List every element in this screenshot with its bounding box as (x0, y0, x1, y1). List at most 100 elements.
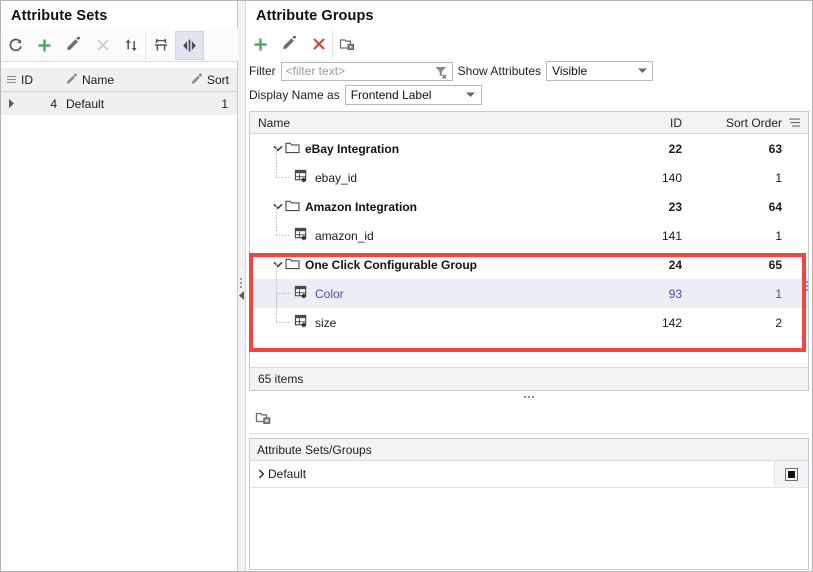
group-sort-order: 63 (768, 141, 782, 156)
attribute-sets-table-header: ID Name Sort (1, 68, 237, 92)
list-item[interactable]: Default (250, 461, 808, 488)
chevron-right-icon[interactable] (250, 469, 268, 479)
column-menu-icon[interactable] (782, 118, 808, 128)
tree-row-attribute[interactable]: size 142 2 (250, 293, 808, 337)
column-header-sort-label: Sort (206, 72, 229, 87)
attribute-sets-toolbar (1, 29, 238, 62)
attribute-sort-order: 2 (775, 315, 782, 330)
attribute-name: ebay_id (315, 170, 358, 185)
tree-row-group[interactable]: eBay Integration 22 63 (250, 134, 808, 163)
attribute-name: Color (315, 286, 344, 301)
split-panel-button[interactable] (175, 30, 204, 60)
attribute-sets-groups-panel: Attribute Sets/Groups Default (249, 438, 809, 570)
table-row[interactable]: 4 Default 1 (1, 92, 237, 115)
add-folder-button[interactable] (249, 404, 278, 433)
delete-button (88, 31, 117, 60)
row-id: 4 (50, 96, 57, 111)
display-name-bar: Display Name as Frontend Label (249, 85, 482, 105)
attribute-groups-tree: Name ID Sort Order eBay Integration 22 6… (249, 111, 809, 391)
delete-group-button[interactable] (304, 29, 333, 59)
attribute-id: 141 (661, 228, 682, 243)
group-name: Amazon Integration (305, 199, 418, 214)
show-attributes-select[interactable]: Visible (546, 61, 654, 81)
attribute-id: 140 (661, 170, 682, 185)
attribute-sort-order: 1 (775, 228, 782, 243)
chevron-down-icon[interactable] (270, 261, 285, 268)
edit-button[interactable] (59, 31, 88, 60)
chevron-down-icon[interactable] (270, 145, 285, 152)
tree-row-group[interactable]: One Click Configurable Group 24 65 (250, 250, 808, 279)
display-name-as-label: Display Name as (249, 88, 340, 102)
group-id: 24 (668, 257, 682, 272)
filter-input-placeholder: <filter text> (285, 64, 346, 78)
show-attributes-value: Visible (552, 64, 588, 78)
attribute-sort-order: 1 (775, 286, 782, 301)
edit-group-button[interactable] (275, 30, 304, 59)
attribute-name: size (315, 315, 337, 330)
copy-folder-button[interactable] (333, 30, 362, 59)
chevron-down-icon[interactable] (270, 203, 285, 210)
chevron-down-icon (463, 92, 479, 98)
attribute-groups-panel: Attribute Groups Filter <filter text> Sh… (246, 1, 812, 571)
add-group-button[interactable] (246, 30, 275, 59)
column-header-name[interactable]: Name (59, 68, 190, 91)
row-checkbox-cell[interactable] (774, 461, 808, 487)
attribute-sets-title: Attribute Sets (11, 8, 108, 24)
column-header-sort-order[interactable]: Sort Order (682, 116, 782, 130)
tree-column-headers: Name ID Sort Order (250, 112, 808, 134)
tree-status-bar: 65 items (250, 367, 808, 390)
attribute-groups-title: Attribute Groups (256, 8, 374, 24)
splitter-collapse-arrow-icon[interactable] (239, 289, 245, 303)
filter-bar: Filter <filter text> Show Attributes Vis… (249, 61, 654, 83)
attribute-icon (294, 227, 309, 244)
attribute-groups-toolbar (246, 29, 812, 59)
column-header-name-label: Name (82, 72, 115, 87)
tree-row-group[interactable]: Amazon Integration 23 64 (250, 192, 808, 221)
group-id: 22 (668, 141, 682, 156)
attribute-icon (294, 314, 309, 331)
checkbox-checked-icon[interactable] (785, 467, 798, 481)
row-grip-icon (1, 68, 21, 91)
application-window: Attribute Sets ID Name Sort 4 Default 1 … (0, 0, 813, 572)
splitter-grip-dots (240, 278, 242, 288)
column-header-name[interactable]: Name (250, 116, 590, 130)
filter-input[interactable]: <filter text> (280, 61, 453, 83)
folder-icon (285, 141, 300, 157)
filter-label: Filter (249, 64, 276, 78)
folder-icon (285, 199, 300, 215)
attribute-sets-groups-toolbar (249, 404, 809, 434)
display-name-as-value: Frontend Label (350, 88, 432, 102)
add-button[interactable] (30, 31, 59, 60)
horizontal-splitter[interactable] (249, 391, 809, 403)
attribute-icon (294, 169, 309, 186)
attribute-sets-groups-title: Attribute Sets/Groups (250, 439, 808, 461)
chevron-down-icon (634, 68, 650, 74)
pencil-icon (65, 72, 78, 88)
group-name: One Click Configurable Group (305, 257, 478, 272)
tree-row-attribute-selected[interactable]: Color 93 1 (250, 264, 808, 308)
list-item-label: Default (268, 467, 307, 481)
column-header-id[interactable]: ID (590, 116, 682, 130)
funnel-clear-icon[interactable] (434, 65, 449, 83)
group-sort-order: 64 (768, 199, 782, 214)
refresh-button[interactable] (1, 31, 30, 60)
attribute-name: amazon_id (315, 228, 374, 243)
tree-row-attribute[interactable]: ebay_id 140 1 (250, 148, 808, 192)
attribute-sort-order: 1 (775, 170, 782, 185)
tree-rows: eBay Integration 22 63 ebay_id 140 1 Ama… (250, 134, 808, 367)
vertical-splitter[interactable] (238, 1, 246, 571)
tree-row-attribute[interactable]: amazon_id 141 1 (250, 206, 808, 250)
column-header-id[interactable]: ID (21, 68, 59, 91)
fit-columns-button[interactable] (146, 31, 175, 60)
attribute-id: 142 (661, 315, 682, 330)
attribute-sets-panel: Attribute Sets ID Name Sort 4 Default 1 (1, 1, 238, 571)
sort-updown-button[interactable] (117, 30, 146, 60)
attribute-icon (294, 285, 309, 302)
folder-icon (285, 257, 300, 273)
panel-resize-grip[interactable] (806, 281, 808, 291)
row-name: Default (66, 96, 105, 111)
row-expand-icon[interactable] (1, 99, 21, 108)
display-name-as-select[interactable]: Frontend Label (344, 85, 482, 105)
column-header-sort[interactable]: Sort (190, 68, 237, 91)
group-sort-order: 65 (768, 257, 782, 272)
